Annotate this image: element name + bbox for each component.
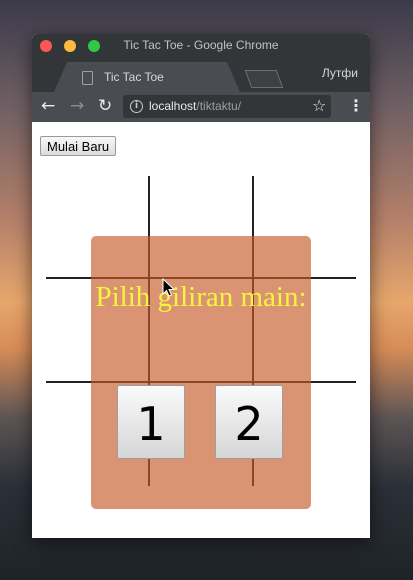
browser-window: Tic Tac Toe - Google Chrome Tic Tac Toe … — [32, 34, 370, 538]
tab-title: Tic Tac Toe — [104, 70, 164, 84]
restart-button[interactable]: Mulai Baru — [40, 136, 117, 156]
choose-player-2-button[interactable]: 2 — [215, 385, 283, 459]
address-bar[interactable]: i localhost/tiktaktu/ ☆ — [123, 95, 331, 118]
forward-icon[interactable]: → — [70, 96, 84, 116]
title-bar: Tic Tac Toe - Google Chrome — [32, 34, 370, 58]
tab-tic-tac-toe[interactable]: Tic Tac Toe × — [54, 62, 240, 92]
url-path: /tiktaktu/ — [196, 99, 242, 113]
new-tab-button[interactable] — [244, 70, 284, 88]
turn-choice-modal: Pilih giliran main: 1 2 — [91, 236, 311, 509]
modal-prompt: Pilih giliran main: — [95, 281, 307, 313]
bookmark-star-icon[interactable]: ☆ — [312, 96, 326, 115]
browser-toolbar: ← → ↻ i localhost/tiktaktu/ ☆ ⋮ — [32, 92, 370, 122]
url-text[interactable]: localhost/tiktaktu/ — [149, 99, 241, 113]
tab-strip: Tic Tac Toe × Лутфи — [32, 58, 370, 92]
url-host: localhost — [149, 99, 197, 113]
window-title: Tic Tac Toe - Google Chrome — [123, 38, 279, 52]
page-content: Mulai Baru Pilih giliran main: 1 2 — [32, 122, 370, 538]
mouse-cursor-icon — [162, 278, 176, 297]
profile-name[interactable]: Лутфи — [322, 66, 358, 80]
info-icon[interactable]: i — [130, 100, 143, 113]
reload-icon[interactable]: ↻ — [98, 96, 112, 116]
menu-icon[interactable]: ⋮ — [348, 96, 364, 115]
choose-player-1-button[interactable]: 1 — [117, 385, 185, 459]
page-icon — [82, 71, 93, 85]
back-icon[interactable]: ← — [41, 96, 55, 116]
